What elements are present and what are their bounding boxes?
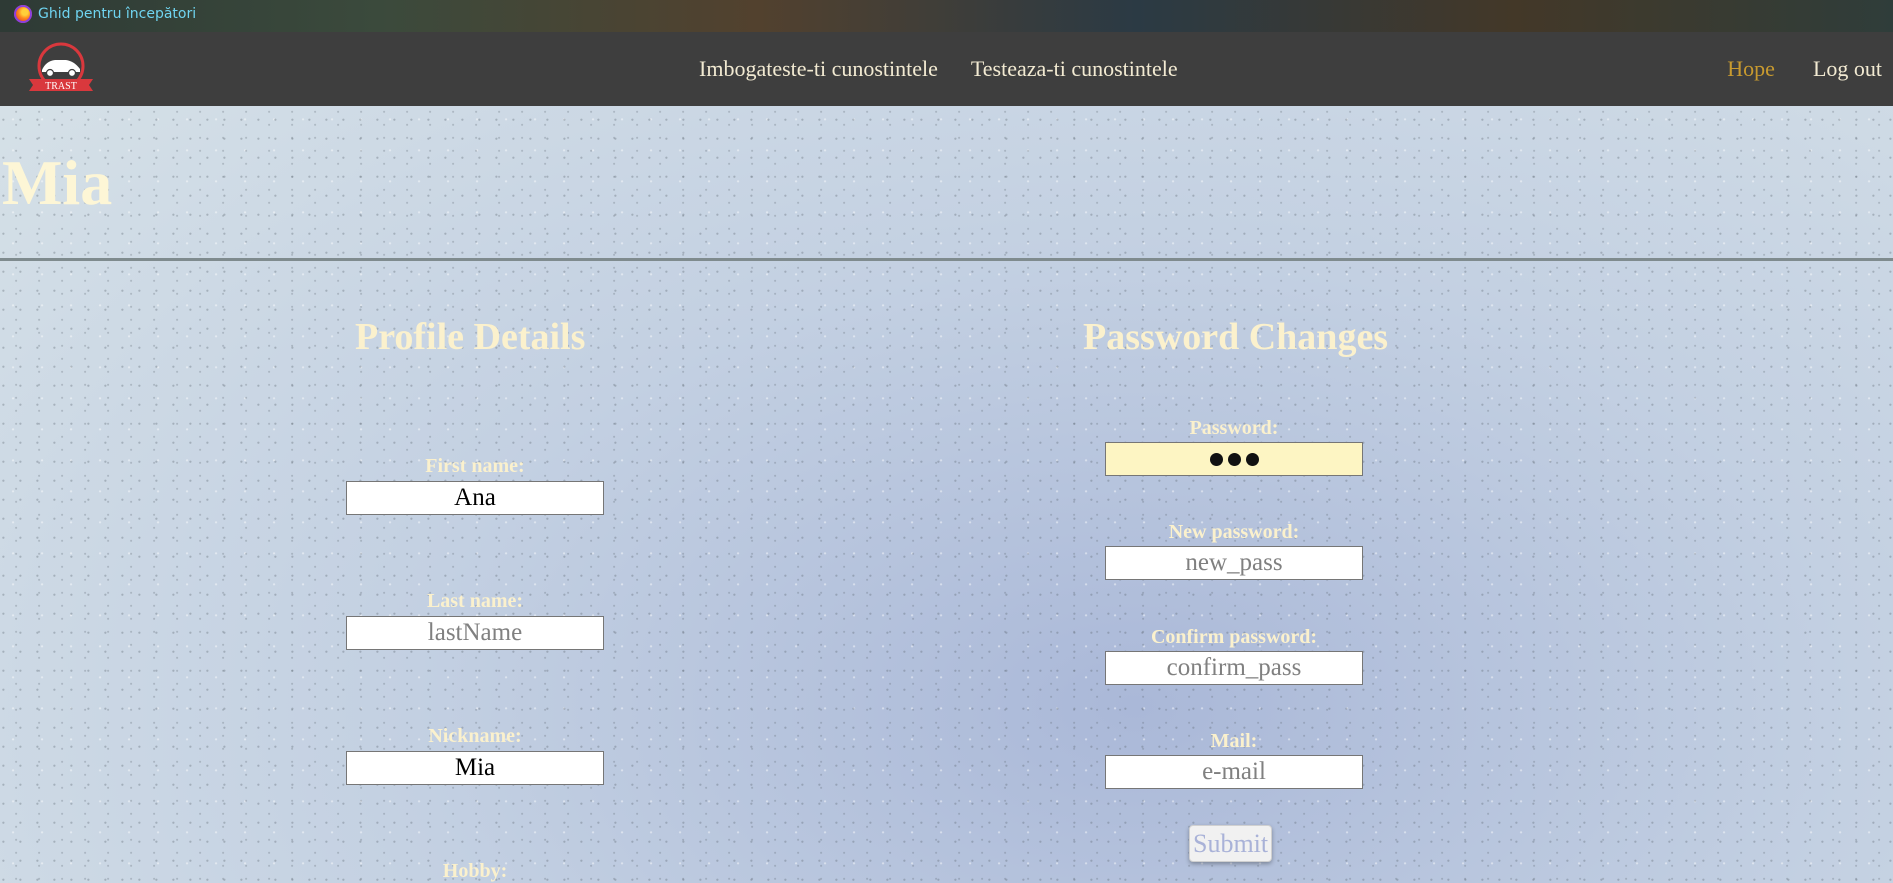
nav-link-test[interactable]: Testeaza-ti cunostintele (971, 56, 1178, 82)
password-section-title: Password Changes (1083, 316, 1389, 358)
nav-links: Imbogateste-ti cunostintele Testeaza-ti … (699, 56, 1178, 82)
mail-input[interactable] (1105, 755, 1363, 789)
nav-link-learn[interactable]: Imbogateste-ti cunostintele (699, 56, 938, 82)
logo-text: TRAST (45, 81, 77, 92)
password-input[interactable] (1105, 442, 1363, 476)
confirm-password-label: Confirm password: (1150, 626, 1318, 648)
submit-button[interactable]: Submit (1189, 825, 1273, 862)
mail-label: Mail: (1210, 730, 1258, 752)
hobby-label: Hobby: (442, 860, 508, 882)
nickname-input[interactable] (346, 751, 604, 785)
password-dot (1227, 452, 1241, 466)
first-name-label: First name: (425, 455, 525, 477)
header-divider (0, 258, 1893, 261)
nav-user-area: Hope Log out (1727, 56, 1882, 82)
password-dot (1245, 452, 1259, 466)
firefox-icon (14, 5, 32, 23)
navbar: TRAST Imbogateste-ti cunostintele Testea… (0, 32, 1893, 106)
page-title: Mia (2, 147, 113, 218)
first-name-input[interactable] (346, 481, 604, 515)
nav-username-link[interactable]: Hope (1727, 56, 1775, 82)
last-name-label: Last name: (426, 590, 524, 612)
new-password-input[interactable] (1105, 546, 1363, 580)
password-dot (1209, 452, 1223, 466)
bookmarks-toolbar: Ghid pentru începători (0, 0, 1893, 32)
password-label: Password: (1189, 417, 1279, 439)
password-mask (1106, 443, 1362, 475)
last-name-input[interactable] (346, 616, 604, 650)
bookmark-item[interactable]: Ghid pentru începători (14, 5, 196, 23)
new-password-label: New password: (1168, 521, 1300, 543)
bookmark-label: Ghid pentru începători (38, 6, 197, 22)
profile-section-title: Profile Details (355, 316, 586, 358)
car-logo-icon[interactable]: TRAST (28, 42, 94, 96)
nickname-label: Nickname: (428, 725, 522, 747)
confirm-password-input[interactable] (1105, 651, 1363, 685)
logout-link[interactable]: Log out (1813, 56, 1882, 82)
